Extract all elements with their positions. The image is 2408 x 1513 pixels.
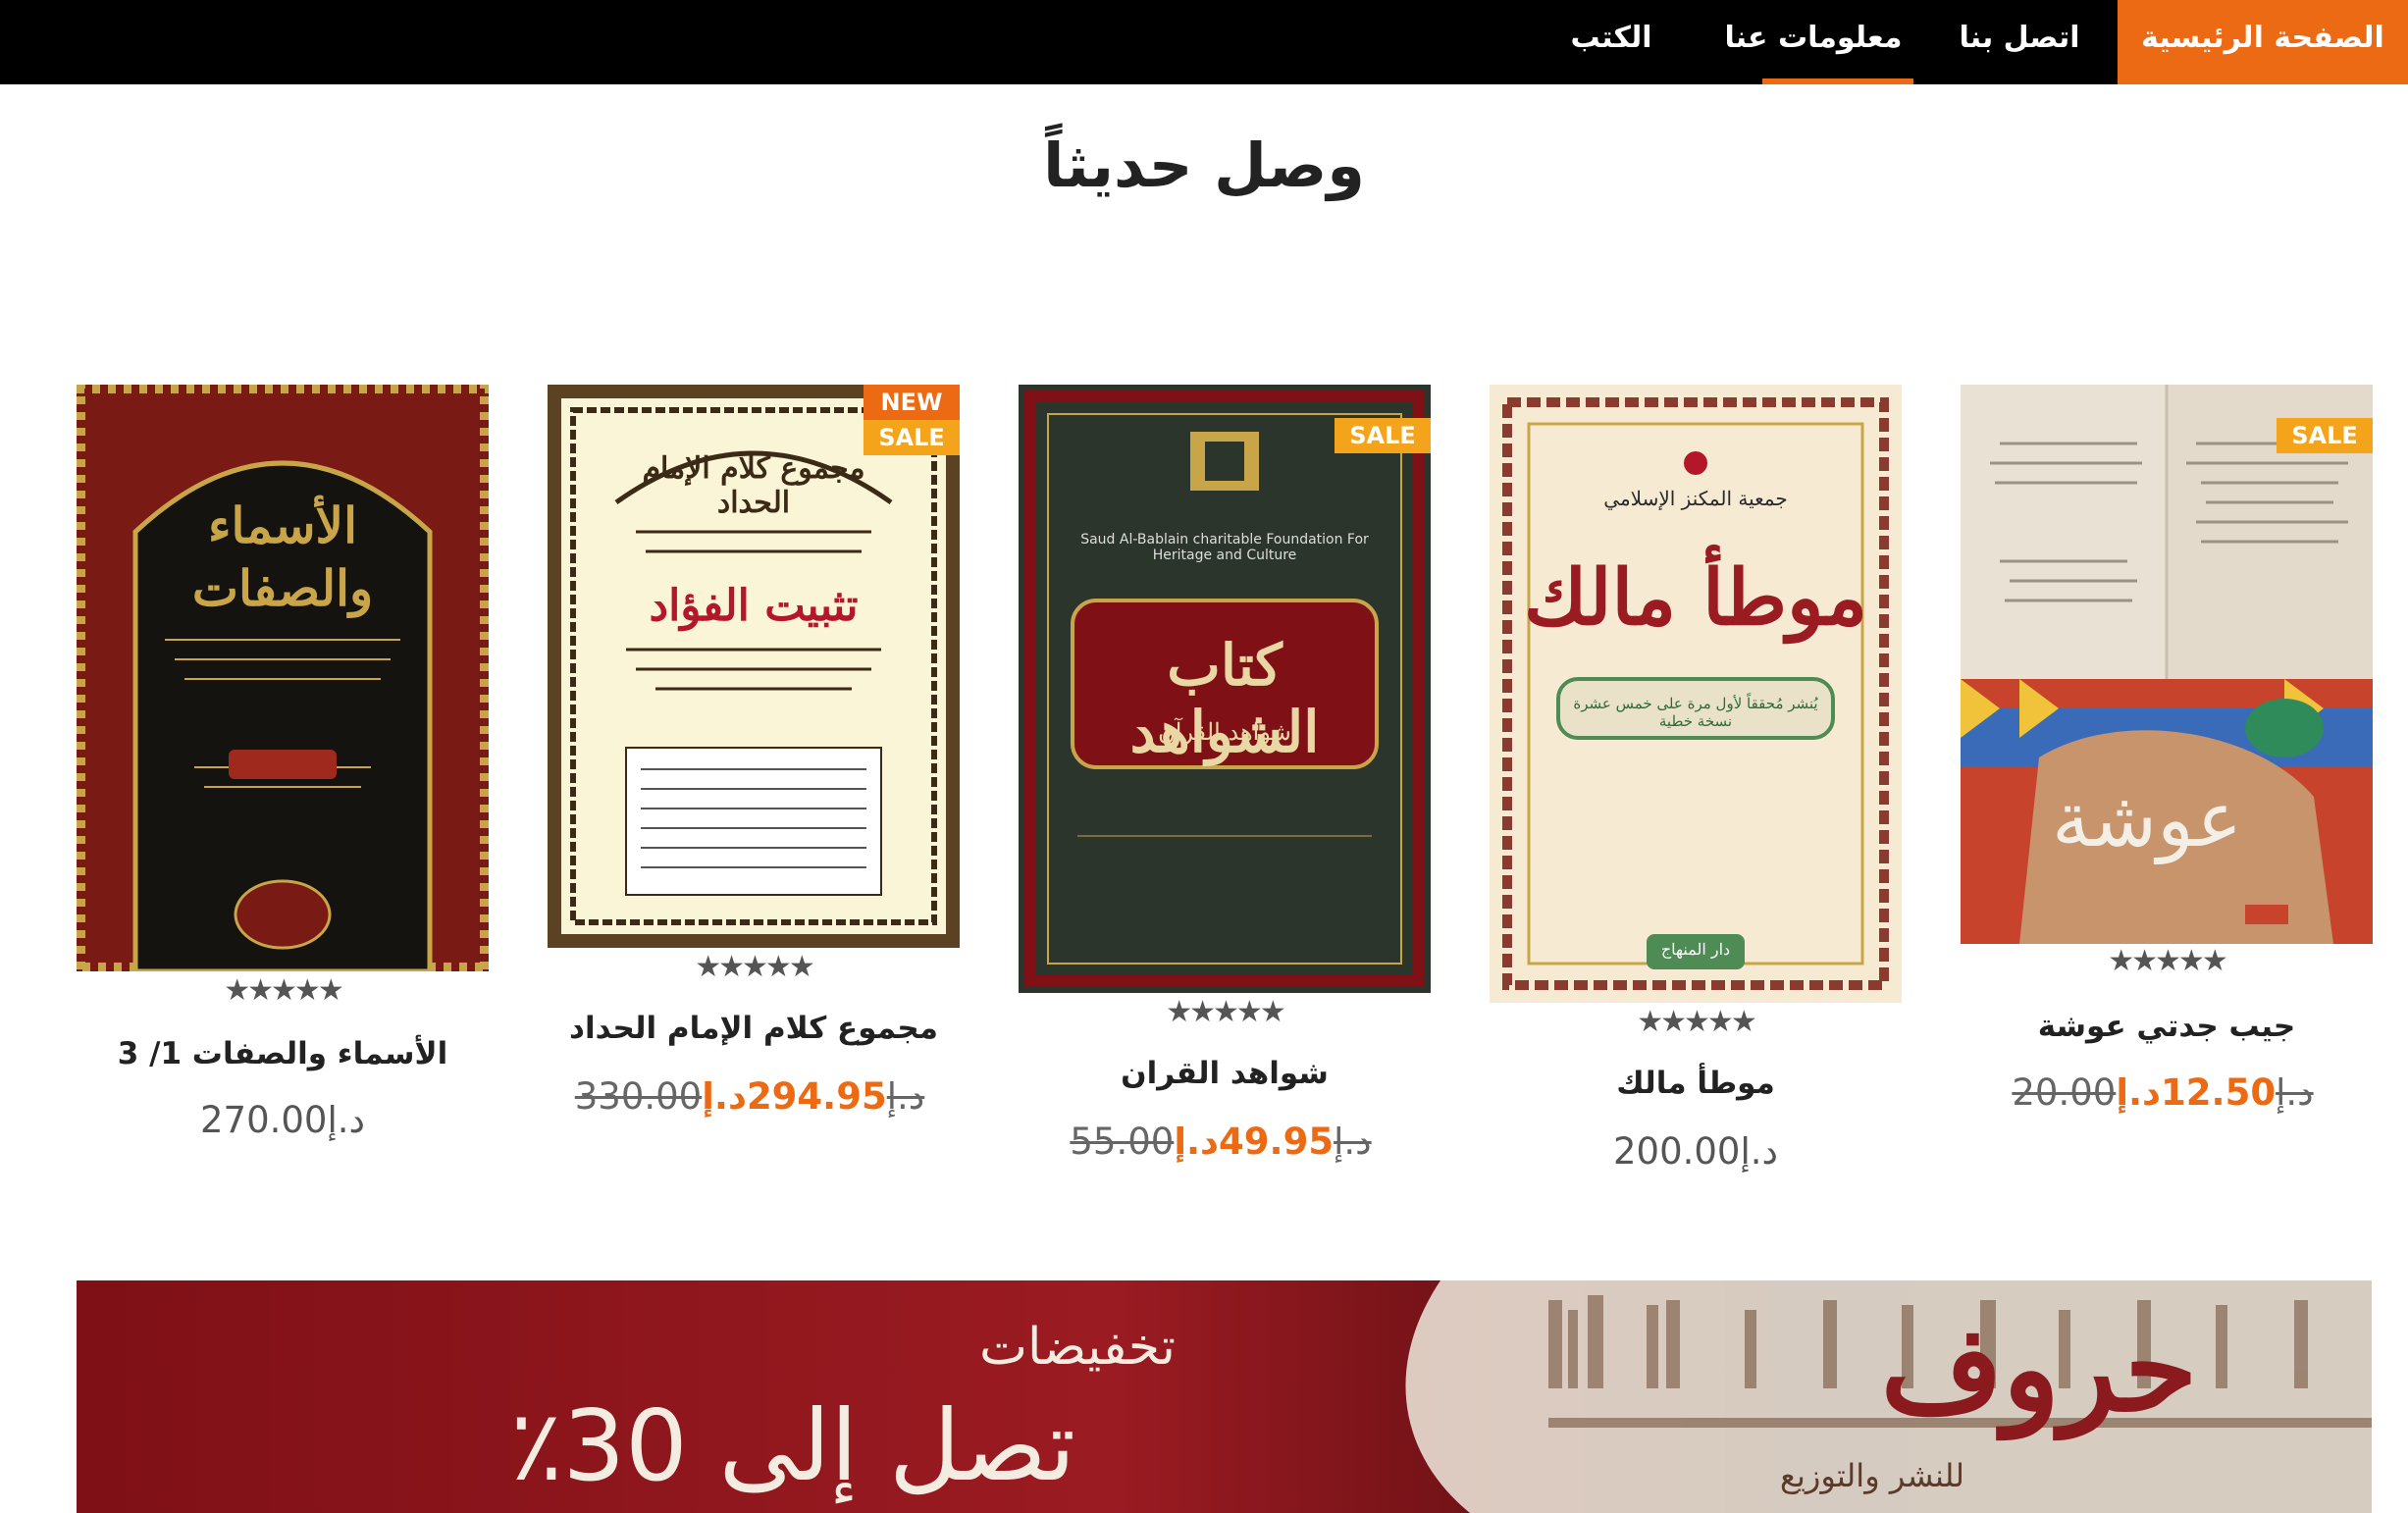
product-title[interactable]: شواهد القران — [1019, 1056, 1431, 1091]
nav-item-books[interactable]: الكتب — [1552, 0, 1670, 84]
product-price: 55.00د.إ49.95د.إ — [1019, 1121, 1431, 1163]
top-navigation-bar: الصفحة الرئيسية اتصل بنا معلومات عنا الك… — [0, 0, 2408, 84]
regular-price: 270.00د.إ — [200, 1099, 365, 1141]
rating-stars: ★★★★★ — [224, 973, 343, 1008]
product-price: 270.00د.إ — [77, 1099, 489, 1141]
new-badge: NEW — [864, 385, 960, 420]
product-cover-image[interactable]: Saud Al-Bablain charitable Foundation Fo… — [1019, 385, 1431, 993]
product-price: 20.00د.إ12.50د.إ — [1961, 1071, 2373, 1114]
cover-subtitle: شواهد القرآن — [1158, 718, 1291, 746]
product-title[interactable]: مجموع كلام الإمام الحداد — [548, 1011, 960, 1046]
product-price: 330.00د.إ294.95د.إ — [548, 1075, 960, 1118]
sale-price: 12.50د.إ — [2116, 1071, 2277, 1114]
product-cover-image[interactable]: جمعية المكنز الإسلامي موطأ مالك يُنشر مُ… — [1490, 385, 1902, 1003]
rating-stars: ★★★★★ — [1166, 995, 1285, 1029]
cover-publisher: دار المنهاج — [1660, 940, 1731, 959]
brand-logo: حروف — [1880, 1300, 2198, 1438]
banner-line2: تصل إلى 30٪ — [509, 1388, 1076, 1503]
brand-tagline: للنشر والتوزيع — [1779, 1457, 1965, 1494]
rating-stars: ★★★★★ — [695, 950, 814, 984]
promo-banner[interactable]: تخفيضات تصل إلى 30٪ حروف للنشر والتوزيع — [77, 1280, 2372, 1513]
nav-hover-underline — [1762, 78, 1913, 84]
cover-top-title: مجموع كلام الإمام الحداد — [642, 451, 865, 520]
cover-publisher-top: جمعية المكنز الإسلامي — [1603, 487, 1788, 510]
section-title: وصل حديثاً — [1043, 130, 1365, 201]
nav-item-about[interactable]: معلومات عنا — [1715, 0, 1911, 84]
cover-title: الأسماء والصفات — [191, 496, 374, 617]
sale-price: 294.95د.إ — [702, 1075, 887, 1118]
product-cover-image[interactable]: عوشة SALE — [1961, 385, 2373, 944]
sale-badge: SALE — [2277, 418, 2373, 453]
nav-item-home[interactable]: الصفحة الرئيسية — [2118, 0, 2408, 84]
banner-line1: تخفيضات — [979, 1318, 1176, 1377]
product-title[interactable]: الأسماء والصفات 1/ 3 — [77, 1036, 489, 1071]
product-title[interactable]: موطأ مالك — [1490, 1066, 1902, 1101]
regular-price: 200.00د.إ — [1613, 1130, 1778, 1173]
sale-badge: SALE — [864, 420, 960, 455]
product-cover-image[interactable]: الأسماء والصفات — [77, 385, 489, 971]
sale-badge: SALE — [1335, 418, 1431, 453]
cover-foundation: Saud Al-Bablain charitable Foundation Fo… — [1080, 532, 1369, 563]
rating-stars: ★★★★★ — [2108, 944, 2227, 978]
cover-title: تثبيت الفؤاد — [649, 581, 859, 631]
product-title[interactable]: جيب جدتي عوشة — [1961, 1009, 2373, 1044]
product-price: 200.00د.إ — [1490, 1130, 1902, 1173]
cover-title: موطأ مالك — [1523, 553, 1868, 643]
rating-stars: ★★★★★ — [1637, 1005, 1756, 1039]
cover-title: عوشة — [2052, 776, 2242, 865]
cover-subtitle: يُنشر مُحققاً لأول مرة على خمس عشرة نسخة… — [1573, 695, 1818, 730]
nav-item-contact[interactable]: اتصل بنا — [1923, 0, 2116, 84]
sale-price: 49.95د.إ — [1174, 1121, 1335, 1163]
product-cover-image[interactable]: مجموع كلام الإمام الحداد تثبيت الفؤاد NE… — [548, 385, 960, 948]
